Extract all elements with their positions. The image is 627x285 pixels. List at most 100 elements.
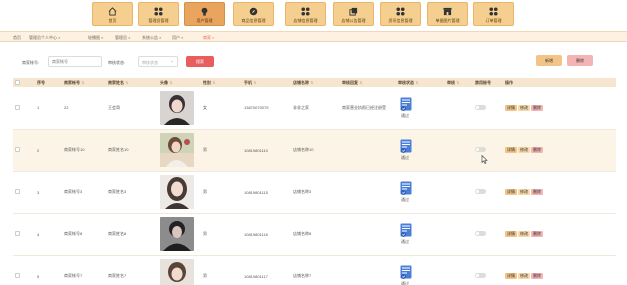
- review-status-select[interactable]: 审核状态 ⌄: [138, 56, 178, 67]
- nav-item-admin[interactable]: 管理员管理: [138, 2, 179, 26]
- disable-account-toggle[interactable]: [475, 104, 486, 110]
- nav-item-orders[interactable]: 订单管理: [473, 2, 514, 26]
- row-index: 1: [37, 105, 40, 111]
- gender: 男: [203, 273, 207, 278]
- disable-account-toggle[interactable]: [475, 147, 486, 152]
- row-index: 3: [37, 189, 40, 195]
- avatar: [160, 90, 194, 125]
- review-status: 通过: [401, 197, 409, 202]
- avatar: [160, 259, 194, 285]
- nav-item-label: 单据图片管理: [435, 18, 460, 23]
- column-header: 禁用账号: [475, 79, 491, 85]
- merchant-account: 商家帐号10: [64, 147, 85, 152]
- edit-button[interactable]: 修改: [518, 273, 530, 279]
- review-cell: [445, 255, 473, 285]
- edit-button[interactable]: 修改: [518, 104, 530, 111]
- column-header[interactable]: 商家姓名 ⇅: [106, 78, 158, 87]
- row-checkbox[interactable]: [15, 104, 20, 110]
- row-checkbox[interactable]: [15, 273, 20, 278]
- column-header[interactable]: 头像 ⇅: [158, 78, 201, 87]
- merchant-name: 王会哥: [108, 104, 120, 110]
- delete-button[interactable]: 删除: [531, 273, 543, 279]
- edit-button[interactable]: 修改: [518, 147, 530, 153]
- column-header[interactable]: 审核状态 ⇅: [396, 78, 445, 87]
- detail-button[interactable]: 详情: [505, 231, 517, 237]
- delete-button[interactable]: 删除: [531, 147, 543, 153]
- nav-item-users[interactable]: 用户管理: [184, 2, 225, 26]
- batch-delete-button[interactable]: 删除: [567, 55, 593, 66]
- nav-item-receipts[interactable]: 单据图片管理: [427, 2, 468, 26]
- breadcrumb-item[interactable]: 轮播图 ×: [88, 35, 103, 41]
- certificate-icon: [400, 265, 412, 279]
- table-row: 5 商家帐号7 商家姓名7 男 10819801117 店铺名称7 通过 详情修…: [13, 255, 616, 285]
- chevron-down-icon: ⌄: [169, 58, 174, 64]
- detail-button[interactable]: 详情: [505, 147, 517, 153]
- add-button[interactable]: 新增: [536, 55, 562, 66]
- disable-account-toggle[interactable]: [475, 231, 486, 236]
- nav-item-shops[interactable]: 店铺信息管理: [285, 2, 326, 26]
- row-checkbox[interactable]: [15, 189, 20, 194]
- phone: 10819801115: [244, 189, 268, 195]
- breadcrumb-item[interactable]: 用户 ×: [172, 35, 183, 41]
- review-status: 通过: [401, 155, 409, 160]
- column-header[interactable]: 审核回复 ⇅: [340, 78, 396, 87]
- detail-button[interactable]: 详情: [505, 273, 517, 279]
- review-cell: [445, 87, 473, 129]
- merchant-account-input[interactable]: [48, 56, 102, 67]
- gender: 女: [203, 104, 207, 110]
- certificate-icon: [400, 181, 412, 195]
- delete-button[interactable]: 删除: [531, 231, 543, 237]
- breadcrumb-item[interactable]: 管理员个人中心 ×: [29, 35, 60, 41]
- breadcrumb-item[interactable]: 首页: [13, 35, 21, 41]
- grid-icon: [301, 7, 310, 16]
- shop-name: 店铺名称7: [293, 273, 312, 278]
- nav-item-label: 商品信息管理: [241, 18, 266, 23]
- nav-item-label: 用户管理: [196, 18, 213, 23]
- select-all-cell[interactable]: [13, 78, 35, 87]
- nav-item-label: 订单管理: [485, 18, 502, 23]
- review-cell: [445, 129, 473, 171]
- breadcrumb-item-active[interactable]: 商家 ×: [203, 35, 214, 41]
- delete-button[interactable]: 删除: [531, 104, 543, 111]
- edit-button[interactable]: 修改: [518, 189, 530, 195]
- column-header: 序号: [37, 79, 45, 85]
- review-reply: [340, 213, 396, 255]
- column-header[interactable]: 商家帐号 ⇅: [62, 78, 106, 87]
- column-header[interactable]: 性别 ⇅: [201, 78, 242, 87]
- row-index: 2: [37, 147, 40, 153]
- row-checkbox[interactable]: [15, 147, 20, 152]
- merchant-name: 商家姓名3: [108, 189, 127, 194]
- certificate-icon: [400, 223, 412, 237]
- search-button[interactable]: 搜索: [186, 56, 214, 67]
- select-all-checkbox[interactable]: [15, 79, 20, 85]
- review-reply: [340, 129, 396, 171]
- nav-item-shop-notices[interactable]: 店铺公告管理: [333, 2, 374, 26]
- disable-account-toggle[interactable]: [475, 189, 486, 194]
- nav-item-label: 首页: [108, 18, 117, 23]
- disable-account-toggle[interactable]: [475, 273, 486, 278]
- table-row: 1 22 王会哥 女 13870070079 非非之家 商家营业执照已经注册受 …: [13, 87, 616, 129]
- detail-button[interactable]: 详情: [505, 104, 517, 111]
- grid-icon: [396, 7, 405, 16]
- detail-button[interactable]: 详情: [505, 189, 517, 195]
- edit-button[interactable]: 修改: [518, 231, 530, 237]
- row-index: 5: [37, 273, 40, 279]
- nav-item-home[interactable]: 首页: [92, 2, 133, 26]
- column-header[interactable]: 手机 ⇅: [242, 78, 291, 87]
- nav-item-label: 店铺公告管理: [341, 18, 366, 23]
- column-header[interactable]: 店铺名称 ⇅: [291, 78, 340, 87]
- table-row: 3 商家帐号3 商家姓名3 男 10819801115 店铺名称3 通过 详情修…: [13, 171, 616, 213]
- row-checkbox[interactable]: [15, 231, 20, 236]
- delete-button[interactable]: 删除: [531, 189, 543, 195]
- breadcrumb-item[interactable]: 系统公告 ×: [142, 35, 161, 41]
- merchant-account: 商家帐号8: [64, 231, 83, 236]
- phone: 13870070079: [244, 105, 269, 111]
- shop-name: 店铺名称3: [293, 189, 312, 194]
- merchant-name: 商家姓名10: [108, 147, 129, 152]
- column-header[interactable]: 审核 ⇅: [445, 78, 473, 87]
- breadcrumb-item[interactable]: 管理员 ×: [115, 35, 130, 41]
- grid-icon: [489, 7, 498, 16]
- nav-item-products[interactable]: 商品信息管理: [233, 2, 274, 26]
- shop-name: 非非之家: [293, 104, 309, 110]
- nav-item-news[interactable]: 资讯信息管理: [380, 2, 421, 26]
